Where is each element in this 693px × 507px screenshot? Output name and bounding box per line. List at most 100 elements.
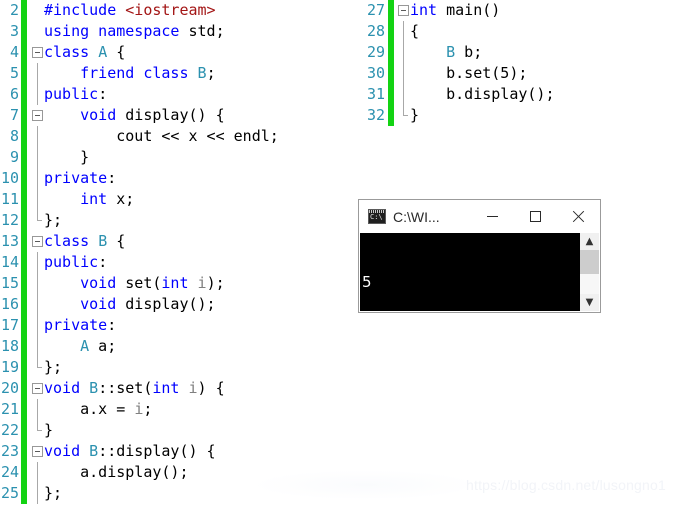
- code-text: };: [44, 210, 62, 231]
- change-bar: [21, 252, 27, 273]
- fold-guide-line: [403, 42, 404, 63]
- scroll-down-icon[interactable]: ▼: [580, 294, 599, 311]
- code-token: };: [44, 484, 63, 502]
- code-line[interactable]: 8 cout << x << endl;: [0, 126, 345, 147]
- code-token: void: [44, 442, 90, 460]
- minimize-button[interactable]: [471, 200, 514, 233]
- change-bar: [21, 105, 27, 126]
- fold-guide-line: [37, 294, 38, 315]
- code-line[interactable]: 29 B b;: [350, 42, 693, 63]
- code-line[interactable]: 18 A a;: [0, 336, 345, 357]
- code-line[interactable]: 31 b.display();: [350, 84, 693, 105]
- code-line[interactable]: 9 }: [0, 147, 345, 168]
- console-output: 5 请按任意键继续. . .: [360, 233, 579, 311]
- console-title-bar[interactable]: C:\WI...: [359, 200, 600, 233]
- code-line[interactable]: 4 class A {: [0, 42, 345, 63]
- code-text: B b;: [410, 42, 482, 63]
- code-line[interactable]: 5 friend class B;: [0, 63, 345, 84]
- code-token: int: [152, 379, 189, 397]
- code-text: void B::display() {: [44, 441, 216, 462]
- code-line[interactable]: 3 using namespace std;: [0, 21, 345, 42]
- code-token: B: [89, 379, 99, 397]
- line-number: 21: [0, 400, 19, 418]
- change-bar: [21, 210, 27, 231]
- code-text: };: [44, 483, 62, 504]
- scroll-up-icon[interactable]: ▲: [580, 233, 599, 250]
- change-bar: [21, 399, 27, 420]
- code-line[interactable]: 30 b.set(5);: [350, 63, 693, 84]
- collapse-icon[interactable]: [32, 47, 43, 58]
- change-bar: [21, 231, 27, 252]
- code-pane-right[interactable]: 27 int main() 28{29 B b; 30 b.set(5); 31 b.d…: [350, 0, 693, 126]
- change-bar: [21, 483, 27, 504]
- code-pane-left[interactable]: 2 #include <iostream> 3 using namespace std…: [0, 0, 345, 504]
- cmd-console-icon: [368, 209, 386, 224]
- code-token: A: [80, 337, 90, 355]
- code-line[interactable]: 16 void display();: [0, 294, 345, 315]
- close-button[interactable]: [557, 200, 600, 233]
- code-token: public: [44, 253, 99, 271]
- code-token: ::set(: [98, 379, 153, 397]
- code-token: {: [410, 22, 420, 40]
- code-text: }: [410, 105, 419, 126]
- code-line[interactable]: 23 void B::display() {: [0, 441, 345, 462]
- code-line[interactable]: 27 int main(): [350, 0, 693, 21]
- maximize-button[interactable]: [514, 200, 557, 233]
- code-line[interactable]: 14 public:: [0, 252, 345, 273]
- code-token: a;: [89, 337, 117, 355]
- collapse-icon[interactable]: [32, 236, 43, 247]
- collapse-icon[interactable]: [398, 5, 409, 16]
- fold-guide-line: [37, 189, 38, 210]
- line-number: 13: [0, 232, 19, 250]
- scrollbar-track[interactable]: [580, 250, 599, 294]
- code-line[interactable]: 10 private:: [0, 168, 345, 189]
- fold-guide-line: [37, 336, 38, 357]
- code-line[interactable]: 12};: [0, 210, 345, 231]
- code-line[interactable]: 28 {: [350, 21, 693, 42]
- line-number: 18: [0, 337, 19, 355]
- collapse-icon[interactable]: [32, 383, 43, 394]
- code-line[interactable]: 13 class B {: [0, 231, 345, 252]
- console-body[interactable]: 5 请按任意键继续. . . ▲ ▼: [360, 233, 599, 311]
- code-text: class B {: [44, 231, 125, 252]
- console-window[interactable]: C:\WI... 5 请按任意键继续. . . ▲: [358, 199, 601, 313]
- code-token: ;: [206, 64, 216, 82]
- change-bar: [21, 462, 27, 483]
- line-number: 14: [0, 253, 19, 271]
- code-line[interactable]: 11 int x;: [0, 189, 345, 210]
- fold-guide-line: [403, 63, 404, 84]
- change-bar: [21, 126, 27, 147]
- code-line[interactable]: 22}: [0, 420, 345, 441]
- code-text: private:: [44, 168, 116, 189]
- console-scrollbar[interactable]: ▲ ▼: [579, 233, 599, 311]
- code-line[interactable]: 20 void B::set(int i) {: [0, 378, 345, 399]
- code-line[interactable]: 21 a.x = i;: [0, 399, 345, 420]
- code-text: };: [44, 357, 62, 378]
- code-line[interactable]: 7 void display() {: [0, 105, 345, 126]
- change-bar: [388, 21, 394, 42]
- fold-guide-line: [37, 483, 38, 504]
- code-line[interactable]: 32}: [350, 105, 693, 126]
- change-bar: [21, 168, 27, 189]
- line-number: 3: [9, 22, 19, 40]
- window-buttons: [471, 200, 600, 233]
- code-line[interactable]: 19};: [0, 357, 345, 378]
- line-number: 15: [0, 274, 19, 292]
- collapse-icon[interactable]: [32, 446, 43, 457]
- code-text: void B::set(int i) {: [44, 378, 225, 399]
- code-token: std;: [188, 22, 225, 40]
- code-line[interactable]: 6 public:: [0, 84, 345, 105]
- change-bar: [21, 357, 27, 378]
- collapse-icon[interactable]: [32, 110, 43, 121]
- code-token: void: [44, 295, 126, 313]
- change-bar: [21, 42, 27, 63]
- code-line[interactable]: 2 #include <iostream>: [0, 0, 345, 21]
- scrollbar-thumb[interactable]: [580, 250, 599, 274]
- line-number: 8: [9, 127, 19, 145]
- code-token: };: [44, 358, 63, 376]
- fold-guide-end: [37, 357, 42, 368]
- code-token: }: [44, 148, 90, 166]
- code-line[interactable]: 17 private:: [0, 315, 345, 336]
- code-line[interactable]: 15 void set(int i);: [0, 273, 345, 294]
- code-token: i: [188, 379, 198, 397]
